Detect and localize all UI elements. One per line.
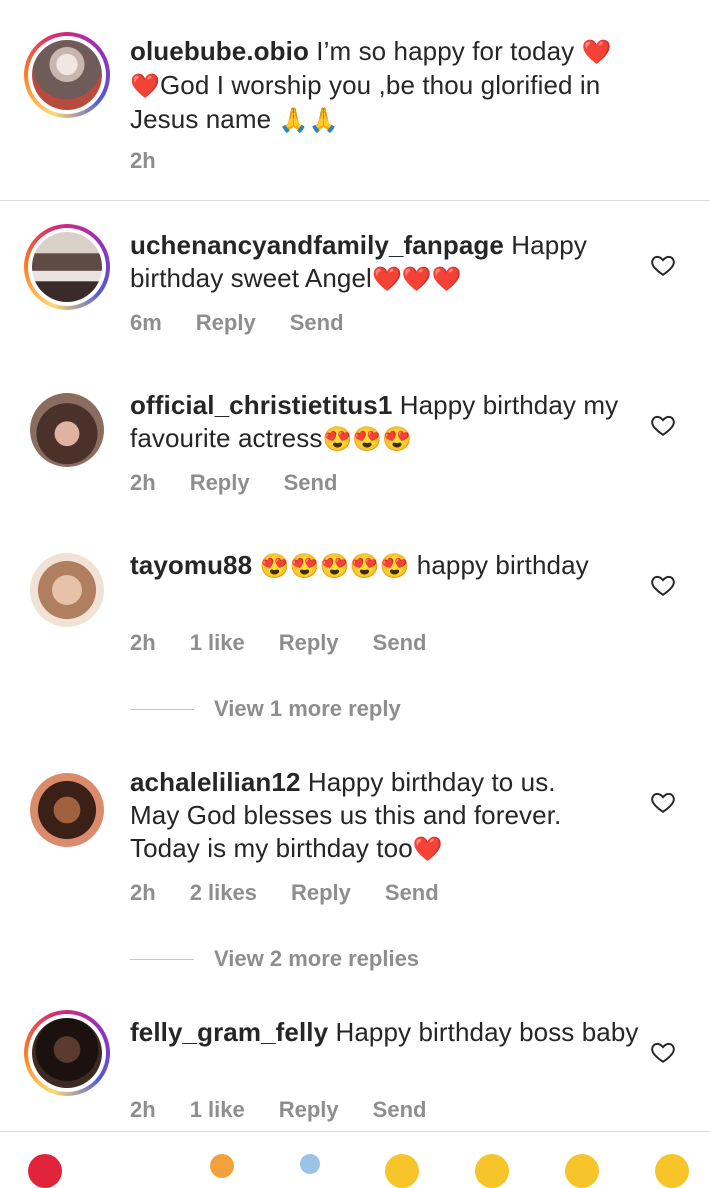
emoji-icon[interactable]	[655, 1154, 689, 1188]
heart-outline-icon[interactable]	[650, 1039, 676, 1065]
avatar	[32, 232, 102, 302]
comment-item: achalelilian12 Happy birthday to us. May…	[0, 740, 710, 990]
reply-button[interactable]: Reply	[279, 630, 339, 656]
comment-meta: 2h 2 likes Reply Send	[130, 880, 473, 906]
comment-avatar[interactable]	[24, 767, 110, 853]
comment-item: uchenancyandfamily_fanpage Happy birthda…	[0, 200, 710, 360]
avatar	[32, 1018, 102, 1088]
send-button[interactable]: Send	[373, 1097, 427, 1123]
divider-line	[130, 708, 194, 710]
comment-text: uchenancyandfamily_fanpage Happy birthda…	[130, 230, 587, 293]
comment-avatar-story-ring[interactable]	[24, 224, 110, 310]
view-more-replies[interactable]: View 2 more replies	[130, 946, 419, 972]
comment-meta: 2h 1 like Reply Send	[130, 630, 460, 656]
send-button[interactable]: Send	[290, 310, 344, 336]
heart-outline-icon[interactable]	[650, 252, 676, 278]
comment-item: felly_gram_felly Happy birthday boss bab…	[0, 990, 710, 1130]
comment-meta: 6m Reply Send	[130, 310, 378, 336]
comment-text: official_christietitus1 Happy birthday m…	[130, 390, 619, 453]
comment-username[interactable]: uchenancyandfamily_fanpage	[130, 230, 504, 260]
emoji-icon[interactable]	[385, 1154, 419, 1188]
send-button[interactable]: Send	[284, 470, 338, 496]
comment-username[interactable]: felly_gram_felly	[130, 1017, 328, 1047]
comment-time: 2h	[130, 470, 156, 495]
caption-meta: 2h	[130, 148, 190, 174]
comment-avatar[interactable]	[24, 387, 110, 473]
emoji-icon[interactable]	[300, 1154, 320, 1174]
comment-meta: 2h 1 like Reply Send	[130, 1097, 460, 1123]
likes-count[interactable]: 1 like	[190, 1097, 245, 1123]
comment-username[interactable]: tayomu88	[130, 550, 252, 580]
heart-outline-icon[interactable]	[650, 572, 676, 598]
comment-item: tayomu88 😍😍😍😍😍 happy birthday 2h 1 like …	[0, 520, 710, 740]
view-more-replies[interactable]: View 1 more reply	[130, 696, 401, 722]
avatar	[32, 40, 102, 110]
heart-outline-icon[interactable]	[650, 412, 676, 438]
comment-item: official_christietitus1 Happy birthday m…	[0, 360, 710, 530]
comment-text: tayomu88 😍😍😍😍😍 happy birthday	[130, 550, 589, 580]
reply-button[interactable]: Reply	[196, 310, 256, 336]
emoji-icon[interactable]	[565, 1154, 599, 1188]
likes-count[interactable]: 1 like	[190, 630, 245, 656]
comment-meta: 2h Reply Send	[130, 470, 371, 496]
send-button[interactable]: Send	[373, 630, 427, 656]
send-button[interactable]: Send	[385, 880, 439, 906]
comment-text: felly_gram_felly Happy birthday boss bab…	[130, 1017, 639, 1047]
avatar	[30, 553, 104, 627]
emoji-heart-icon[interactable]	[28, 1154, 62, 1188]
comment-avatar[interactable]	[24, 547, 110, 633]
reply-button[interactable]: Reply	[190, 470, 250, 496]
heart-outline-icon[interactable]	[650, 789, 676, 815]
comment-time: 2h	[130, 1097, 156, 1122]
emoji-icon[interactable]	[475, 1154, 509, 1188]
caption-username[interactable]: oluebube.obio	[130, 36, 309, 66]
divider-line	[130, 958, 194, 960]
likes-count[interactable]: 2 likes	[190, 880, 257, 906]
emoji-quick-bar	[0, 1131, 710, 1188]
caption-time: 2h	[130, 148, 156, 173]
comment-time: 6m	[130, 310, 162, 335]
comment-text: achalelilian12 Happy birthday to us. May…	[130, 767, 562, 863]
reply-button[interactable]: Reply	[279, 1097, 339, 1123]
comment-time: 2h	[130, 880, 156, 905]
comment-username[interactable]: achalelilian12	[130, 767, 301, 797]
avatar	[30, 773, 104, 847]
comment-time: 2h	[130, 630, 156, 655]
post-caption: oluebube.obio I’m so happy for today ❤️ …	[0, 0, 710, 201]
comment-username[interactable]: official_christietitus1	[130, 390, 392, 420]
reply-button[interactable]: Reply	[291, 880, 351, 906]
avatar	[30, 393, 104, 467]
comment-avatar-story-ring[interactable]	[24, 1010, 110, 1096]
caption-avatar-story-ring[interactable]	[24, 32, 110, 118]
caption-text: oluebube.obio I’m so happy for today ❤️ …	[130, 36, 612, 134]
emoji-icon[interactable]	[210, 1154, 234, 1178]
